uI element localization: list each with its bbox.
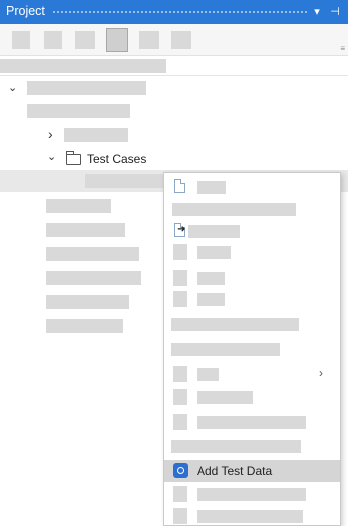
- test-data-icon: [173, 463, 188, 478]
- menu-item[interactable]: [164, 412, 340, 432]
- chevron-right-icon: ›: [319, 366, 323, 380]
- tree-item-label: [27, 104, 130, 118]
- menu-item[interactable]: [164, 268, 340, 288]
- menu-item[interactable]: [164, 436, 340, 456]
- toolbar-button-2[interactable]: [44, 31, 62, 49]
- menu-item-icon: [173, 291, 187, 307]
- menu-item[interactable]: [164, 314, 340, 334]
- panel-title-bar: Project ▾ ⊣: [0, 0, 348, 24]
- menu-item-icon: [173, 270, 187, 286]
- tree-item[interactable]: [0, 100, 348, 122]
- tree-item-label[interactable]: [46, 271, 141, 285]
- tree-item-label: [27, 81, 146, 95]
- toolbar-overflow-icon[interactable]: ≡: [340, 44, 345, 53]
- title-bar-grip: [52, 10, 308, 15]
- search-placeholder: [0, 59, 166, 73]
- tree-item-label: Test Cases: [87, 152, 147, 166]
- menu-item-label: [197, 391, 253, 404]
- menu-item[interactable]: [164, 387, 340, 407]
- panel-title: Project: [6, 4, 45, 18]
- file-icon: [174, 179, 185, 193]
- menu-item[interactable]: [164, 339, 340, 359]
- tree-item-root[interactable]: ⌄: [0, 78, 348, 100]
- menu-item-label: [197, 510, 303, 523]
- toolbar-button-1[interactable]: [12, 31, 30, 49]
- menu-item-label: [188, 225, 240, 238]
- dropdown-icon[interactable]: ▾: [310, 4, 324, 20]
- menu-item-label: [171, 343, 280, 356]
- menu-item-label: [171, 440, 301, 453]
- tree-item-test-cases[interactable]: ⌄ Test Cases: [0, 148, 348, 170]
- menu-item[interactable]: ➜: [164, 221, 340, 241]
- tree-item[interactable]: ›: [0, 124, 348, 146]
- tree-item-label[interactable]: [46, 199, 111, 213]
- menu-item[interactable]: [164, 506, 340, 526]
- menu-item[interactable]: [164, 199, 340, 219]
- menu-item-icon: [173, 414, 187, 430]
- menu-item-icon: [173, 366, 187, 382]
- arrow-icon: ➜: [177, 224, 186, 235]
- menu-item-icon: [173, 389, 187, 405]
- menu-item-icon: [173, 244, 187, 260]
- menu-item[interactable]: [164, 177, 340, 197]
- menu-item-label: [171, 318, 299, 331]
- tree-item-label[interactable]: [46, 295, 129, 309]
- menu-item-icon: [173, 508, 187, 524]
- tree-item-label[interactable]: [46, 247, 139, 261]
- menu-item-label: [197, 272, 225, 285]
- menu-item-label: [172, 203, 296, 216]
- pin-icon[interactable]: ⊣: [328, 4, 342, 20]
- menu-item-label: [197, 488, 306, 501]
- menu-item-submenu[interactable]: ›: [164, 364, 340, 384]
- context-menu: ➜ › Add Test Data: [163, 172, 341, 526]
- menu-item-label: [197, 368, 219, 381]
- add-test-data-menu-item[interactable]: Add Test Data: [164, 460, 340, 482]
- menu-item-label: [197, 246, 231, 259]
- menu-item-icon: [173, 486, 187, 502]
- tree-item-label: [85, 174, 163, 188]
- menu-item-label: [197, 293, 225, 306]
- menu-item-label: Add Test Data: [197, 464, 273, 478]
- tree-item-label: [64, 128, 128, 142]
- tree-item-label[interactable]: [46, 223, 125, 237]
- menu-item[interactable]: [164, 289, 340, 309]
- toolbar-button-5[interactable]: [139, 31, 159, 49]
- panel-toolbar: ≡: [0, 24, 348, 56]
- menu-item[interactable]: [164, 242, 340, 262]
- search-bar[interactable]: [0, 56, 348, 76]
- toolbar-button-4[interactable]: [106, 28, 128, 52]
- toolbar-button-6[interactable]: [171, 31, 191, 49]
- menu-item-label: [197, 416, 306, 429]
- tree-item-label[interactable]: [46, 319, 123, 333]
- chevron-down-icon[interactable]: ⌄: [8, 81, 17, 94]
- chevron-down-icon[interactable]: ⌄: [47, 150, 56, 163]
- folder-icon: [66, 151, 81, 165]
- toolbar-button-3[interactable]: [75, 31, 95, 49]
- menu-item-label: [197, 181, 226, 194]
- menu-item[interactable]: [164, 484, 340, 504]
- chevron-right-icon[interactable]: ›: [48, 126, 53, 142]
